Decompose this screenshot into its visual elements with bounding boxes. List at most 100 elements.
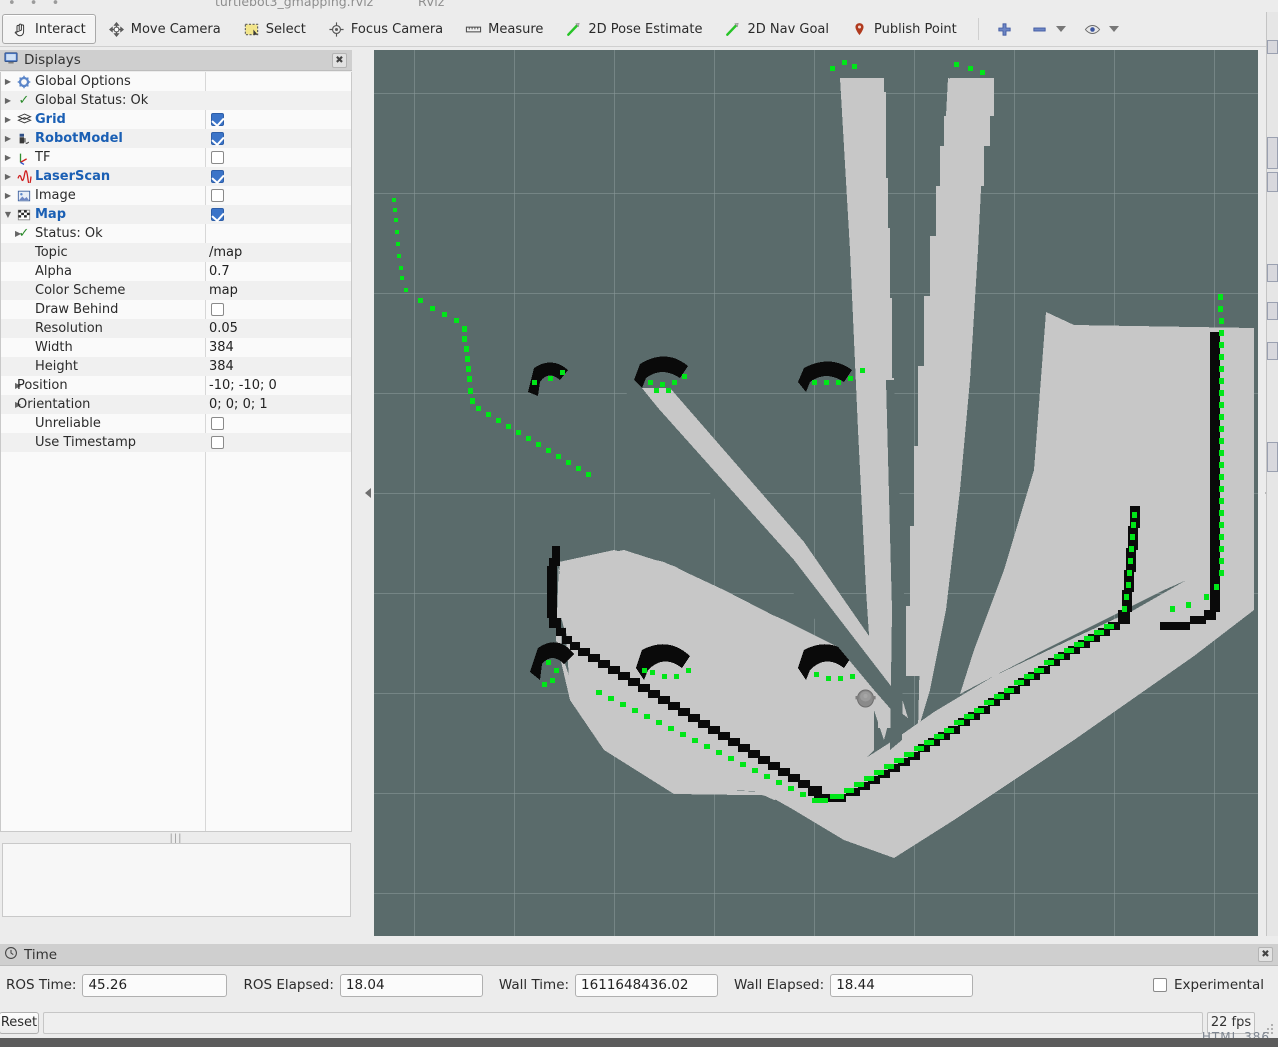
tool-focus-camera[interactable]: Focus Camera: [318, 14, 453, 44]
displays-panel-title: Displays: [24, 52, 81, 68]
tree-row-map-alpha[interactable]: Alpha 0.7: [1, 262, 351, 281]
robotmodel-visibility-checkbox[interactable]: [211, 132, 224, 145]
ros-time-input[interactable]: 45.26: [82, 973, 228, 997]
left-panel-collapse-handle[interactable]: [362, 50, 374, 936]
visibility-tool-button[interactable]: [1076, 14, 1127, 44]
time-panel-header: Time ✖: [0, 944, 1278, 966]
add-tool-button[interactable]: [988, 14, 1021, 44]
tree-row-global-options[interactable]: ▶ Global Options: [1, 72, 351, 91]
tree-label: Resolution: [35, 321, 103, 336]
select-rect-icon: [243, 21, 260, 38]
tree-row-robotmodel[interactable]: ▶ RobotModel: [1, 129, 351, 148]
main-toolbar: Interact Move Camera Select Focus Camera…: [0, 12, 1278, 47]
tree-row-map-position[interactable]: ▶ Position -10; -10; 0: [1, 376, 351, 395]
grid-visibility-checkbox[interactable]: [211, 113, 224, 126]
wall-elapsed-label: Wall Elapsed:: [734, 977, 825, 993]
wall-time-input[interactable]: 1611648436.02: [575, 973, 719, 997]
window-controls[interactable]: • • •: [8, 0, 64, 11]
tree-row-map-topic[interactable]: Topic /map: [1, 243, 351, 262]
expand-arrow-icon[interactable]: ▶: [1, 381, 21, 390]
time-panel-title: Time: [24, 946, 58, 963]
expand-arrow-icon[interactable]: ▶: [1, 134, 15, 143]
tree-row-map-draw-behind[interactable]: Draw Behind: [1, 300, 351, 319]
check-icon: ✓: [18, 226, 30, 241]
map-topic-value[interactable]: /map: [209, 243, 242, 262]
tree-row-map[interactable]: ▼ Map: [1, 205, 351, 224]
chevron-down-icon[interactable]: [1108, 26, 1119, 32]
ros-elapsed-input[interactable]: 18.04: [339, 973, 483, 997]
expand-arrow-icon[interactable]: ▶: [1, 229, 21, 238]
tree-row-map-width[interactable]: Width 384: [1, 338, 351, 357]
tree-row-map-orientation[interactable]: ▶ Orientation 0; 0; 0; 1: [1, 395, 351, 414]
laserscan-icon: [15, 170, 33, 183]
expand-arrow-icon[interactable]: ▶: [1, 172, 15, 181]
ghost-widget: [1267, 342, 1278, 360]
tool-select[interactable]: Select: [233, 14, 316, 44]
displays-panel-close-button[interactable]: ✖: [332, 53, 347, 68]
tree-label: Grid: [35, 112, 66, 127]
map-color-scheme-value[interactable]: map: [209, 281, 238, 300]
laserscan-visibility-checkbox[interactable]: [211, 170, 224, 183]
tool-measure[interactable]: Measure: [455, 14, 553, 44]
tree-row-map-unreliable[interactable]: Unreliable: [1, 414, 351, 433]
expand-arrow-icon[interactable]: ▶: [1, 191, 15, 200]
image-visibility-checkbox[interactable]: [211, 189, 224, 202]
tf-axes-icon: [15, 151, 33, 165]
tool-select-label: Select: [265, 21, 306, 37]
tool-move-camera[interactable]: Move Camera: [98, 14, 231, 44]
tool-publish-point-label: Publish Point: [874, 21, 957, 37]
map-width-value: 384: [209, 340, 234, 355]
tool-2d-nav-goal[interactable]: 2D Nav Goal: [714, 14, 839, 44]
tf-visibility-checkbox[interactable]: [211, 151, 224, 164]
tree-label: Use Timestamp: [35, 435, 136, 450]
map-alpha-value[interactable]: 0.7: [209, 262, 230, 281]
tree-row-tf[interactable]: ▶ TF: [1, 148, 351, 167]
displays-panel-header: Displays ✖: [0, 50, 352, 71]
clock-icon: [4, 946, 18, 964]
collapse-arrow-icon[interactable]: ▼: [1, 210, 15, 219]
tree-row-map-height[interactable]: Height 384: [1, 357, 351, 376]
tool-interact[interactable]: Interact: [2, 14, 96, 44]
expand-arrow-icon[interactable]: ▶: [1, 115, 15, 124]
expand-arrow-icon[interactable]: ▶: [1, 400, 21, 409]
chevron-down-icon[interactable]: [1055, 26, 1066, 32]
tree-row-laserscan[interactable]: ▶ LaserScan: [1, 167, 351, 186]
tree-row-map-status[interactable]: ▶ ✓ Status: Ok: [1, 224, 351, 243]
tree-row-image[interactable]: ▶ Image: [1, 186, 351, 205]
tree-label: Topic: [35, 245, 68, 260]
time-panel-close-button[interactable]: ✖: [1258, 947, 1273, 962]
map-draw-behind-checkbox[interactable]: [211, 303, 224, 316]
render-view-3d[interactable]: [374, 50, 1258, 936]
tree-row-map-color-scheme[interactable]: Color Scheme map: [1, 281, 351, 300]
experimental-toggle[interactable]: Experimental: [1152, 977, 1272, 993]
tree-row-map-resolution[interactable]: Resolution 0.05: [1, 319, 351, 338]
tree-row-global-status[interactable]: ▶ ✓ Global Status: Ok: [1, 91, 351, 110]
tree-label: Map: [35, 207, 67, 222]
wall-elapsed-input[interactable]: 18.44: [830, 973, 974, 997]
background-window-strip: [1266, 12, 1278, 936]
map-visibility-checkbox[interactable]: [211, 208, 224, 221]
tree-label: TF: [35, 150, 51, 165]
ghost-widget: [1267, 264, 1278, 282]
tree-label: Unreliable: [35, 416, 101, 431]
tool-2d-pose-estimate[interactable]: 2D Pose Estimate: [555, 14, 712, 44]
expand-arrow-icon[interactable]: ▶: [1, 153, 15, 162]
robot-model: [855, 687, 876, 708]
tree-label: Draw Behind: [35, 302, 119, 317]
plus-icon: [996, 21, 1013, 38]
map-use-timestamp-checkbox[interactable]: [211, 436, 224, 449]
tree-row-map-use-timestamp[interactable]: Use Timestamp: [1, 433, 351, 452]
tool-2d-nav-goal-label: 2D Nav Goal: [747, 21, 830, 37]
displays-tree[interactable]: ▶ Global Options ▶ ✓ Global Status: Ok ▶…: [0, 72, 352, 832]
expand-arrow-icon[interactable]: ▶: [1, 77, 15, 86]
window-app-name: RViz: [418, 0, 445, 9]
remove-tool-button[interactable]: [1023, 14, 1074, 44]
map-unreliable-checkbox[interactable]: [211, 417, 224, 430]
tool-publish-point[interactable]: Publish Point: [841, 14, 967, 44]
ros-time-label: ROS Time:: [6, 977, 77, 993]
tree-row-grid[interactable]: ▶ Grid: [1, 110, 351, 129]
expand-arrow-icon[interactable]: ▶: [1, 96, 15, 105]
reset-button[interactable]: Reset: [0, 1012, 39, 1034]
experimental-checkbox[interactable]: [1152, 978, 1167, 992]
tree-label: Alpha: [35, 264, 72, 279]
